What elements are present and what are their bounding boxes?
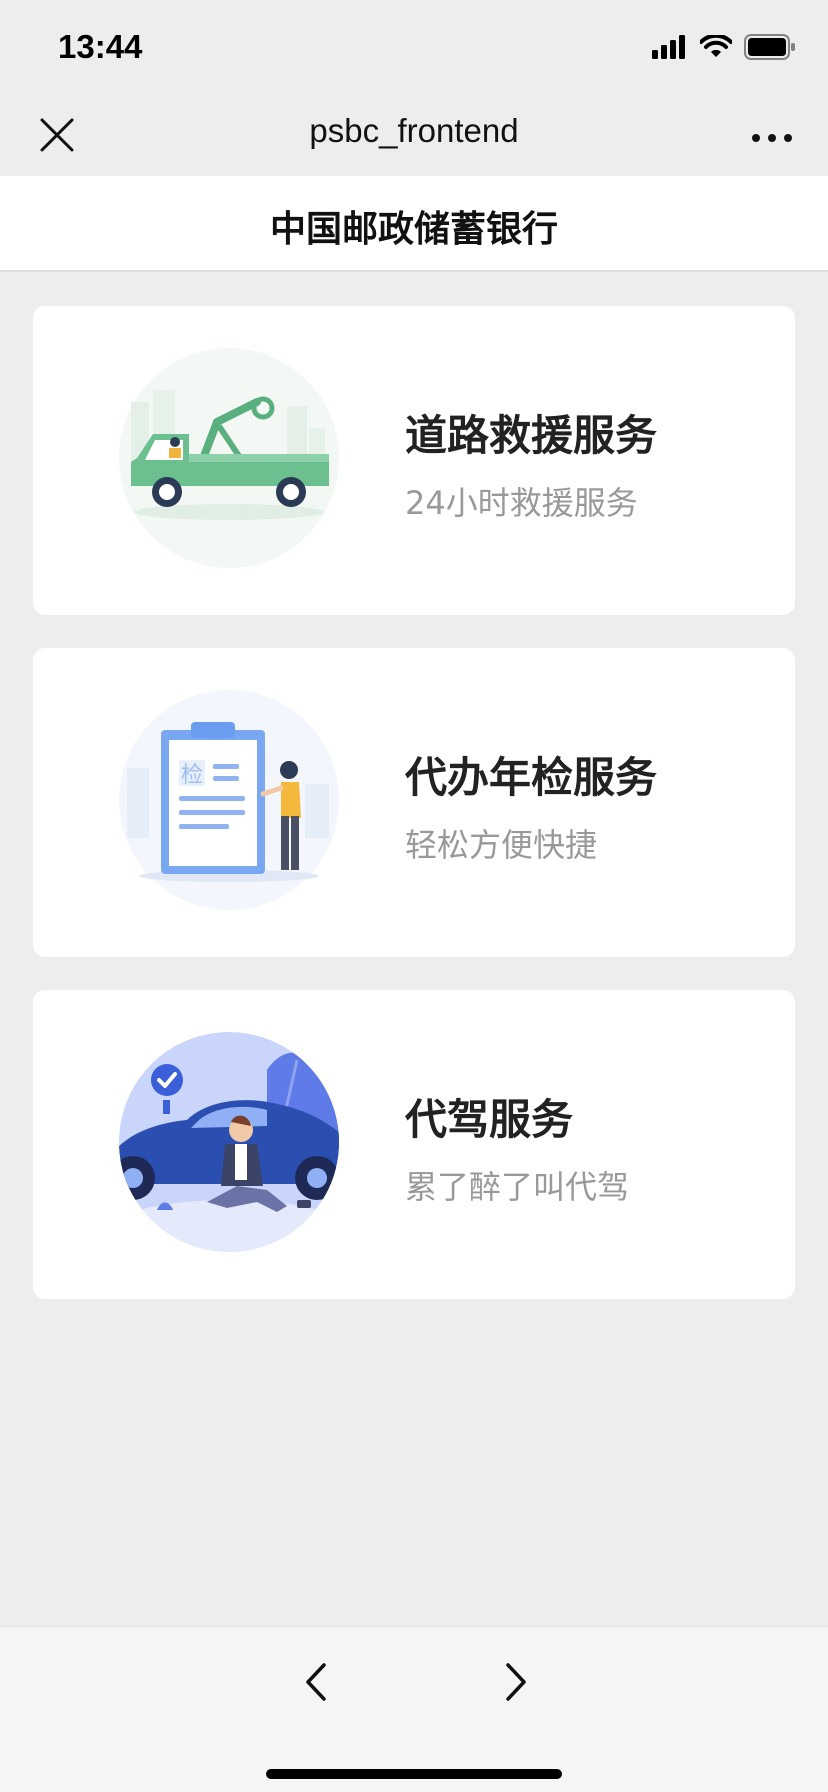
inspection-clipboard-illustration: 检 xyxy=(119,690,339,910)
bottom-toolbar xyxy=(0,1626,828,1792)
battery-icon xyxy=(744,34,795,60)
home-indicator xyxy=(266,1769,562,1779)
service-card-annual-inspection[interactable]: 检 代办年检服务 轻松方便快捷 xyxy=(33,648,795,957)
more-icon[interactable] xyxy=(750,118,794,158)
nav-title: psbc_frontend xyxy=(309,112,519,149)
service-subtitle: 轻松方便快捷 xyxy=(405,826,598,864)
service-subtitle: 累了醉了叫代驾 xyxy=(405,1168,630,1206)
status-time: 13:44 xyxy=(58,28,143,65)
page-header: 中国邮政储蓄银行 xyxy=(0,176,828,272)
signal-icon xyxy=(652,35,685,59)
designated-driver-illustration xyxy=(119,1032,339,1252)
svg-text:检: 检 xyxy=(181,763,203,788)
screen: 13:44 psbc_frontend 中国邮政储蓄银行 道路救援服务 24小时… xyxy=(0,0,828,1792)
service-title: 道路救援服务 xyxy=(405,411,658,460)
page-title: 中国邮政储蓄银行 xyxy=(269,209,558,250)
nav-bar: psbc_frontend xyxy=(0,96,828,176)
status-bar: 13:44 xyxy=(0,0,828,96)
service-title: 代办年检服务 xyxy=(405,753,658,802)
service-subtitle: 24小时救援服务 xyxy=(405,484,638,522)
forward-arrow-icon[interactable] xyxy=(496,1657,536,1707)
status-icons xyxy=(652,34,796,60)
service-card-road-rescue[interactable]: 道路救援服务 24小时救援服务 xyxy=(33,306,795,615)
back-arrow-icon[interactable] xyxy=(296,1657,336,1707)
service-title: 代驾服务 xyxy=(405,1095,574,1144)
tow-truck-illustration xyxy=(119,348,339,568)
service-card-designated-driver[interactable]: 代驾服务 累了醉了叫代驾 xyxy=(33,990,795,1299)
wifi-icon xyxy=(700,35,732,57)
